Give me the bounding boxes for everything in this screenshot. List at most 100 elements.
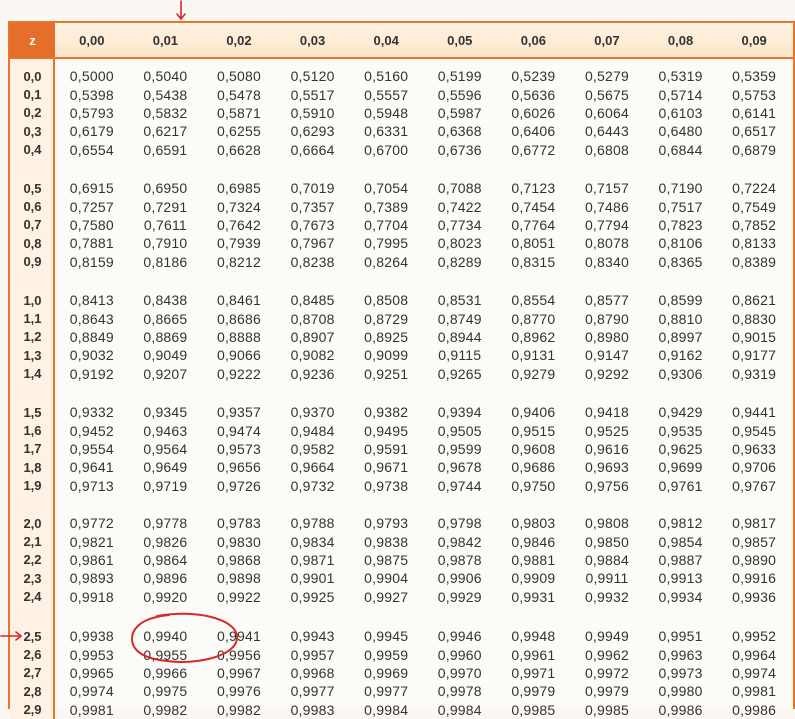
probability-cell: 0,9898 (216, 570, 261, 587)
probability-cell: 0,9554 (69, 440, 114, 457)
probability-cell: 0,9984 (437, 701, 482, 718)
probability-cell: 0,9495 (364, 422, 409, 439)
probability-cell: 0,5478 (216, 86, 261, 103)
probability-cell: 0,9963 (658, 646, 703, 663)
z-column-header: z (10, 23, 55, 57)
probability-cell: 0,6700 (364, 141, 409, 158)
probability-cell: 0,9904 (364, 570, 409, 587)
probability-cell: 0,9525 (584, 422, 629, 439)
table-row: 1,6 0,9452 0,9463 0,9474 0,9484 0,9495 0,9505 0… (10, 421, 793, 439)
probability-cell: 0,9406 (511, 404, 556, 421)
probability-cell: 0,5793 (69, 104, 114, 121)
table-row: 1,5 0,9332 0,9345 0,9357 0,9370 0,9382 0,9394 0… (10, 403, 793, 421)
z-value: 0,2 (23, 105, 42, 121)
probability-cell: 0,9979 (584, 683, 629, 700)
probability-cell: 0,9803 (511, 515, 556, 532)
probability-cell: 0,9115 (438, 347, 482, 364)
column-header: 0,02 (226, 32, 252, 48)
probability-cell: 0,7967 (290, 235, 335, 252)
probability-cell: 0,9896 (143, 570, 188, 587)
probability-cell: 0,9147 (584, 347, 629, 364)
probability-cell: 0,9966 (143, 664, 188, 681)
probability-cell: 0,7642 (216, 216, 261, 233)
probability-cell: 0,6480 (658, 123, 703, 140)
probability-cell: 0,9162 (658, 347, 703, 364)
probability-cell: 0,9925 (290, 588, 335, 605)
probability-cell: 0,9918 (69, 588, 114, 605)
probability-cell: 0,7257 (69, 198, 114, 215)
probability-cell: 0,6950 (143, 180, 188, 197)
z-value: 0,6 (23, 199, 42, 215)
table-row: 2,9 0,9981 0,9982 0,9982 0,9983 0,9984 0,9984 0… (10, 701, 793, 719)
probability-cell: 0,9977 (290, 683, 335, 700)
probability-cell: 0,8665 (143, 310, 188, 327)
probability-cell: 0,9177 (732, 347, 777, 364)
table-row: 1,1 0,8643 0,8665 0,8686 0,8708 0,8729 0,8749 0… (10, 309, 793, 327)
probability-cell: 0,9345 (143, 404, 188, 421)
table-row: 2,0 0,9772 0,9778 0,9783 0,9788 0,9793 0,9798 0… (10, 514, 793, 532)
probability-cell: 0,6985 (216, 180, 261, 197)
probability-cell: 0,9949 (584, 628, 629, 645)
probability-cell: 0,9887 (658, 551, 703, 568)
probability-cell: 0,9332 (69, 404, 114, 421)
probability-cell: 0,9738 (364, 477, 409, 494)
probability-cell: 0,9649 (143, 459, 188, 476)
probability-cell: 0,8869 (143, 328, 188, 345)
probability-cell: 0,9641 (69, 459, 114, 476)
probability-cell: 0,5199 (437, 68, 482, 85)
probability-cell: 0,8599 (658, 292, 703, 309)
table-row: 1,4 0,9192 0,9207 0,9222 0,9236 0,9251 0,9265 0… (10, 365, 793, 383)
probability-cell: 0,6255 (216, 123, 261, 140)
probability-cell: 0,6554 (69, 141, 114, 158)
probability-cell: 0,6736 (437, 141, 482, 158)
row-group: 0,5 0,6915 0,6950 0,6985 0,7019 0,7054 0,7088 0… (10, 179, 793, 271)
probability-cell: 0,9726 (216, 477, 261, 494)
probability-cell: 0,9920 (143, 588, 188, 605)
table-row: 0,0 0,5000 0,5040 0,5080 0,5120 0,5160 0,5199 0… (10, 67, 793, 85)
probability-cell: 0,7580 (69, 216, 114, 233)
probability-cell: 0,9713 (69, 477, 114, 494)
probability-cell: 0,9943 (290, 628, 335, 645)
normal-distribution-table: z 0,00 0,01 0,02 0,03 0,04 0,05 0,06 0,07 0,08 0,… (8, 21, 795, 719)
table-row: 2,8 0,9974 0,9975 0,9976 0,9977 0,9977 0,9978 0… (10, 682, 793, 700)
probability-cell: 0,8554 (511, 292, 556, 309)
z-value: 0,5 (23, 180, 42, 196)
probability-cell: 0,6141 (732, 104, 777, 121)
probability-cell: 0,9505 (437, 422, 482, 439)
probability-cell: 0,9931 (511, 588, 556, 605)
probability-cell: 0,9306 (658, 365, 703, 382)
probability-cell: 0,7704 (364, 216, 409, 233)
probability-cell: 0,9616 (584, 440, 629, 457)
probability-cell: 0,8729 (364, 310, 409, 327)
probability-cell: 0,9973 (658, 664, 703, 681)
probability-cell: 0,8365 (658, 253, 703, 270)
table-row: 2,3 0,9893 0,9896 0,9898 0,9901 0,9904 0,9906 0… (10, 569, 793, 587)
probability-cell: 0,5832 (143, 104, 188, 121)
probability-cell: 0,9842 (437, 533, 482, 550)
probability-cell: 0,9756 (584, 477, 629, 494)
probability-cell: 0,9962 (584, 646, 629, 663)
probability-cell: 0,6026 (511, 104, 556, 121)
probability-cell: 0,6443 (584, 123, 629, 140)
probability-cell: 0,5398 (69, 86, 114, 103)
probability-cell: 0,6217 (143, 123, 188, 140)
probability-cell: 0,9972 (584, 664, 629, 681)
probability-cell: 0,9693 (584, 459, 629, 476)
probability-cell: 0,6293 (290, 123, 335, 140)
probability-cell: 0,7823 (658, 216, 703, 233)
table-row: 0,1 0,5398 0,5438 0,5478 0,5517 0,5557 0,5596 0… (10, 85, 793, 103)
z-value: 1,1 (23, 311, 42, 327)
probability-cell: 0,6772 (511, 141, 556, 158)
row-group: 2,0 0,9772 0,9778 0,9783 0,9788 0,9793 0,9798 0… (10, 514, 793, 606)
probability-cell: 0,9382 (364, 404, 409, 421)
probability-cell: 0,9971 (511, 664, 556, 681)
probability-cell: 0,7454 (511, 198, 556, 215)
probability-cell: 0,7939 (216, 235, 261, 252)
table-row: 1,3 0,9032 0,9049 0,9066 0,9082 0,9099 0,9115 0… (10, 346, 793, 364)
z-value: 1,3 (23, 347, 42, 363)
probability-cell: 0,9066 (216, 347, 261, 364)
probability-cell: 0,9968 (290, 664, 335, 681)
probability-cell: 0,5871 (216, 104, 261, 121)
probability-cell: 0,9750 (511, 477, 556, 494)
probability-cell: 0,7794 (584, 216, 629, 233)
